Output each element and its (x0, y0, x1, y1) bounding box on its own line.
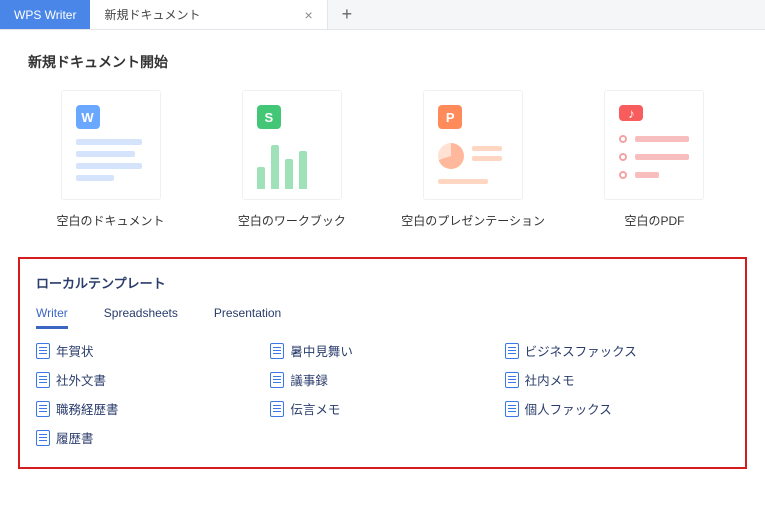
document-icon (270, 343, 284, 359)
tab-spreadsheets[interactable]: Spreadsheets (104, 306, 178, 329)
blank-workbook-label: 空白のワークブック (219, 212, 364, 229)
local-template-tabs: Writer Spreadsheets Presentation (36, 306, 729, 329)
template-grid: 年賀状 暑中見舞い ビジネスファックス社外文書 議事録 社内メモ職務経歴書 伝言メモ 個人フ… (36, 341, 729, 447)
template-label: 暑中見舞い (290, 341, 353, 360)
tab-bar: WPS Writer 新規ドキュメント × + (0, 0, 765, 30)
template-item[interactable]: 議事録 (270, 370, 494, 389)
presentation-icon: P (438, 105, 462, 129)
writer-icon: W (76, 105, 100, 129)
tab-presentation[interactable]: Presentation (214, 306, 281, 329)
blank-pdf-card[interactable]: ♪ 空白のPDF (582, 90, 727, 229)
tab-writer[interactable]: Writer (36, 306, 68, 329)
document-icon (505, 401, 519, 417)
template-label: 伝言メモ (290, 399, 340, 418)
template-label: 職務経歴書 (56, 399, 119, 418)
template-item[interactable]: ビジネスファックス (505, 341, 729, 360)
template-item[interactable]: 履歴書 (36, 428, 260, 447)
local-templates-section: ローカルテンプレート Writer Spreadsheets Presentat… (18, 257, 747, 469)
close-tab-icon[interactable]: × (300, 7, 316, 23)
template-item[interactable]: 社外文書 (36, 370, 260, 389)
document-icon (505, 343, 519, 359)
template-item[interactable]: 伝言メモ (270, 399, 494, 418)
template-item[interactable]: 個人ファックス (505, 399, 729, 418)
new-document-cards: W 空白のドキュメント S 空白のワークブック P 空白のプレゼンテーション ♪ (38, 90, 727, 229)
document-icon (270, 372, 284, 388)
spreadsheet-icon: S (257, 105, 281, 129)
app-tab[interactable]: WPS Writer (0, 0, 90, 29)
template-label: 社外文書 (56, 370, 106, 389)
spreadsheet-thumb: S (242, 90, 342, 200)
blank-document-label: 空白のドキュメント (38, 212, 183, 229)
template-label: 個人ファックス (525, 399, 612, 418)
template-item[interactable]: 職務経歴書 (36, 399, 260, 418)
template-label: 年賀状 (56, 341, 94, 360)
blank-presentation-label: 空白のプレゼンテーション (401, 212, 546, 229)
document-icon (36, 372, 50, 388)
document-tab-label: 新規ドキュメント (104, 6, 200, 23)
pdf-icon: ♪ (619, 105, 643, 121)
template-label: 履歴書 (56, 428, 94, 447)
blank-document-card[interactable]: W 空白のドキュメント (38, 90, 183, 229)
document-icon (505, 372, 519, 388)
document-icon (36, 401, 50, 417)
template-item[interactable]: 年賀状 (36, 341, 260, 360)
template-label: ビジネスファックス (525, 341, 637, 360)
document-tab[interactable]: 新規ドキュメント × (90, 0, 327, 29)
template-item[interactable]: 社内メモ (505, 370, 729, 389)
writer-thumb: W (61, 90, 161, 200)
template-item[interactable]: 暑中見舞い (270, 341, 494, 360)
document-icon (36, 343, 50, 359)
document-icon (36, 430, 50, 446)
blank-pdf-label: 空白のPDF (582, 212, 727, 229)
presentation-thumb: P (423, 90, 523, 200)
local-templates-title: ローカルテンプレート (36, 273, 729, 292)
pdf-thumb: ♪ (604, 90, 704, 200)
new-tab-button[interactable]: + (328, 0, 367, 29)
template-label: 社内メモ (525, 370, 575, 389)
new-document-title: 新規ドキュメント開始 (28, 52, 737, 72)
blank-presentation-card[interactable]: P 空白のプレゼンテーション (401, 90, 546, 229)
blank-workbook-card[interactable]: S 空白のワークブック (219, 90, 364, 229)
template-label: 議事録 (290, 370, 328, 389)
document-icon (270, 401, 284, 417)
